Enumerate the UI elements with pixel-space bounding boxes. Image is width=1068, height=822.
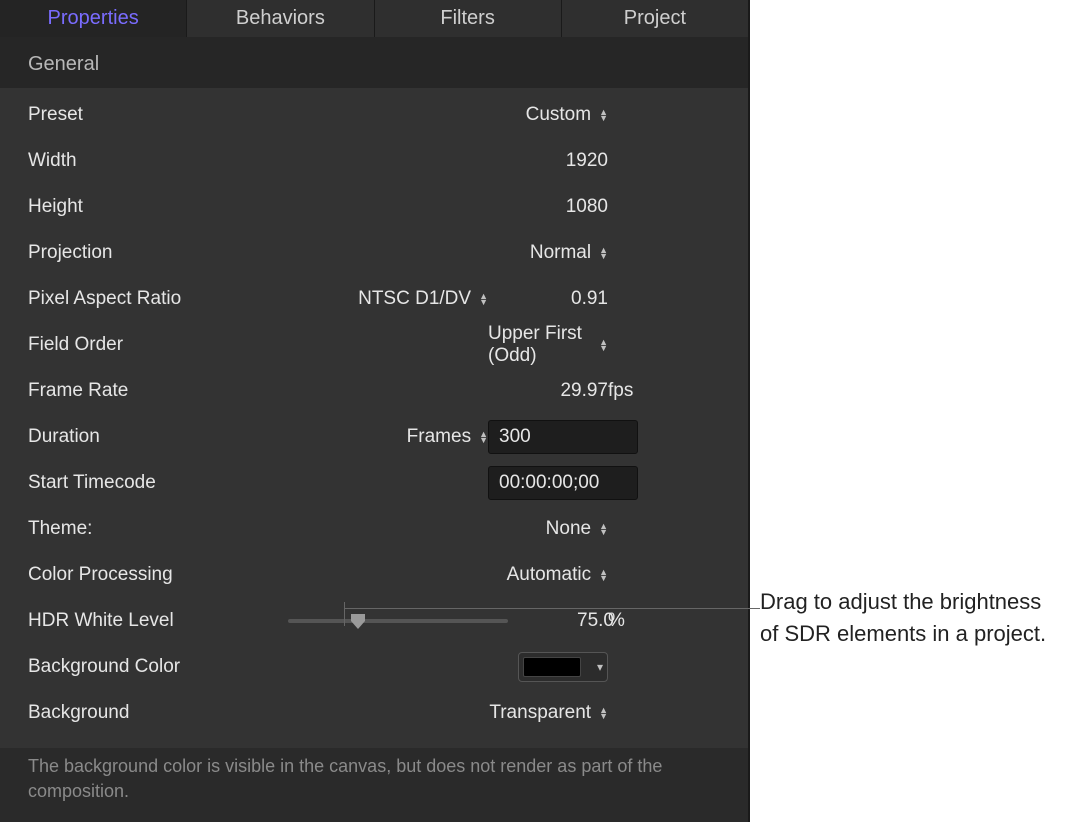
field-order-value: Upper First (Odd) bbox=[488, 323, 591, 367]
field-order-label: Field Order bbox=[28, 334, 288, 356]
background-select[interactable]: Transparent ▲▼ bbox=[489, 702, 608, 724]
projection-label: Projection bbox=[28, 242, 288, 264]
row-frame-rate: Frame Rate 29.97 fps bbox=[0, 368, 748, 414]
width-value[interactable]: 1920 bbox=[566, 150, 608, 172]
row-pixel-aspect: Pixel Aspect Ratio NTSC D1/DV ▲▼ 0.91 bbox=[0, 276, 748, 322]
hdr-slider[interactable] bbox=[288, 619, 508, 623]
projection-select[interactable]: Normal ▲▼ bbox=[530, 242, 608, 264]
row-background-color: Background Color ▾ bbox=[0, 644, 748, 690]
row-background: Background Transparent ▲▼ bbox=[0, 690, 748, 736]
hdr-slider-thumb[interactable] bbox=[349, 612, 367, 630]
pixel-aspect-mode: NTSC D1/DV bbox=[358, 288, 471, 310]
updown-icon: ▲▼ bbox=[479, 293, 488, 305]
preset-select[interactable]: Custom ▲▼ bbox=[526, 104, 608, 126]
start-timecode-label: Start Timecode bbox=[28, 472, 288, 494]
hdr-white-level-value[interactable]: 75.0 bbox=[577, 610, 614, 632]
chevron-down-icon: ▾ bbox=[597, 660, 603, 674]
updown-icon: ▲▼ bbox=[599, 247, 608, 259]
row-color-processing: Color Processing Automatic ▲▼ bbox=[0, 552, 748, 598]
tab-bar: Properties Behaviors Filters Project bbox=[0, 0, 748, 37]
duration-input[interactable] bbox=[488, 420, 638, 454]
color-processing-select[interactable]: Automatic ▲▼ bbox=[507, 564, 608, 586]
callout-tick bbox=[344, 602, 345, 626]
row-width: Width 1920 bbox=[0, 138, 748, 184]
preset-label: Preset bbox=[28, 104, 288, 126]
width-label: Width bbox=[28, 150, 288, 172]
color-processing-value: Automatic bbox=[507, 564, 591, 586]
pixel-aspect-label: Pixel Aspect Ratio bbox=[28, 288, 288, 310]
row-theme: Theme: None ▲▼ bbox=[0, 506, 748, 552]
updown-icon: ▲▼ bbox=[599, 339, 608, 351]
background-value: Transparent bbox=[489, 702, 591, 724]
updown-icon: ▲▼ bbox=[479, 431, 488, 443]
theme-select[interactable]: None ▲▼ bbox=[546, 518, 608, 540]
updown-icon: ▲▼ bbox=[599, 707, 608, 719]
updown-icon: ▲▼ bbox=[599, 569, 608, 581]
duration-mode: Frames bbox=[407, 426, 471, 448]
height-label: Height bbox=[28, 196, 288, 218]
theme-value: None bbox=[546, 518, 591, 540]
row-projection: Projection Normal ▲▼ bbox=[0, 230, 748, 276]
height-value[interactable]: 1080 bbox=[566, 196, 608, 218]
pixel-aspect-numeric[interactable]: 0.91 bbox=[571, 288, 608, 310]
frame-rate-value[interactable]: 29.97 bbox=[560, 380, 608, 402]
pixel-aspect-select[interactable]: NTSC D1/DV ▲▼ bbox=[358, 288, 488, 310]
background-label: Background bbox=[28, 702, 288, 724]
frame-rate-label: Frame Rate bbox=[28, 380, 288, 402]
tab-filters[interactable]: Filters bbox=[375, 0, 562, 37]
tab-project[interactable]: Project bbox=[562, 0, 748, 37]
hdr-white-level-label: HDR White Level bbox=[28, 610, 288, 632]
field-order-select[interactable]: Upper First (Odd) ▲▼ bbox=[488, 323, 608, 367]
projection-value: Normal bbox=[530, 242, 591, 264]
row-duration: Duration Frames ▲▼ bbox=[0, 414, 748, 460]
tab-behaviors[interactable]: Behaviors bbox=[187, 0, 374, 37]
background-color-label: Background Color bbox=[28, 656, 288, 678]
section-header-general: General bbox=[0, 37, 748, 88]
row-hdr-white-level: HDR White Level 75.0 % bbox=[0, 598, 748, 644]
tab-properties[interactable]: Properties bbox=[0, 0, 187, 37]
row-height: Height 1080 bbox=[0, 184, 748, 230]
start-timecode-input[interactable] bbox=[488, 466, 638, 500]
updown-icon: ▲▼ bbox=[599, 523, 608, 535]
color-swatch bbox=[523, 657, 581, 677]
duration-label: Duration bbox=[28, 426, 288, 448]
theme-label: Theme: bbox=[28, 518, 288, 540]
preset-value: Custom bbox=[526, 104, 591, 126]
background-hint: The background color is visible in the c… bbox=[0, 748, 748, 822]
callout-text: Drag to adjust the brightness of SDR ele… bbox=[760, 586, 1050, 650]
properties-rows: Preset Custom ▲▼ Width 1920 He bbox=[0, 88, 748, 748]
frame-rate-unit: fps bbox=[608, 380, 633, 402]
duration-mode-select[interactable]: Frames ▲▼ bbox=[407, 426, 488, 448]
row-field-order: Field Order Upper First (Odd) ▲▼ bbox=[0, 322, 748, 368]
updown-icon: ▲▼ bbox=[599, 109, 608, 121]
color-processing-label: Color Processing bbox=[28, 564, 288, 586]
row-preset: Preset Custom ▲▼ bbox=[0, 92, 748, 138]
callout-line bbox=[345, 608, 760, 609]
row-start-timecode: Start Timecode bbox=[0, 460, 748, 506]
background-color-well[interactable]: ▾ bbox=[518, 652, 608, 682]
inspector-panel: Properties Behaviors Filters Project Gen… bbox=[0, 0, 750, 822]
